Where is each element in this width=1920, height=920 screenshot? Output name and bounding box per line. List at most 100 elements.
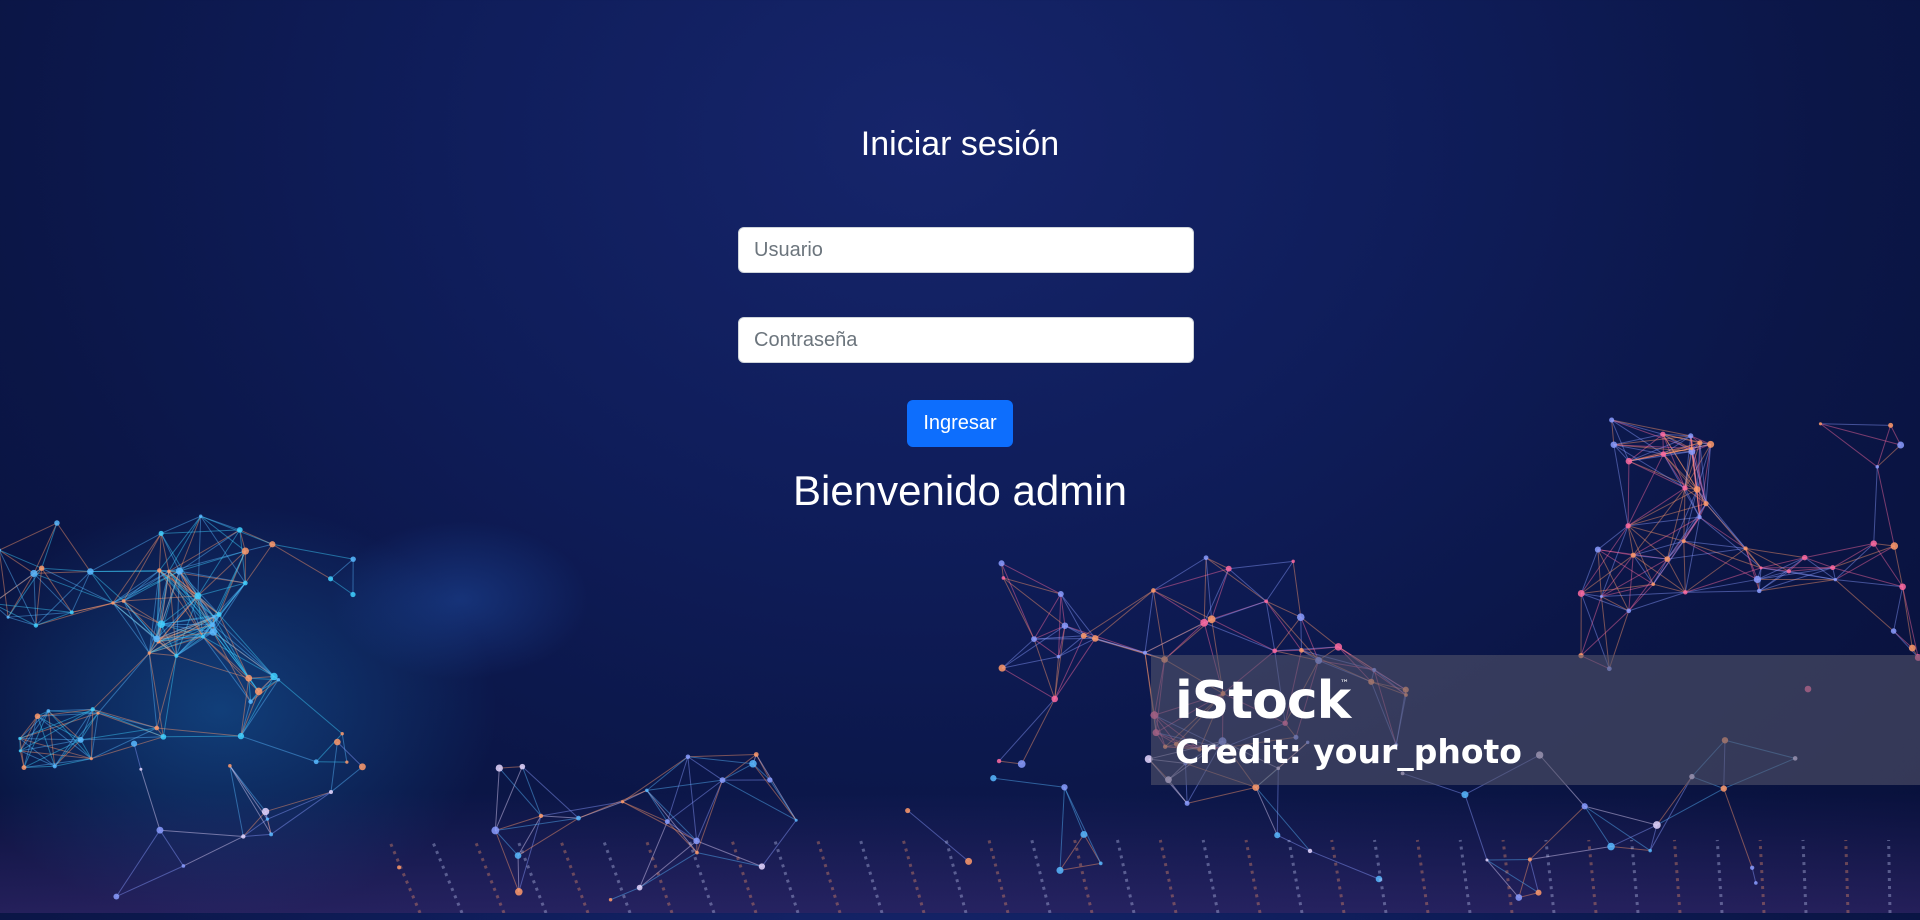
mesh-line (1145, 590, 1153, 652)
mesh-line (1650, 777, 1692, 851)
mesh-node (990, 775, 996, 781)
mesh-node (720, 777, 726, 783)
mesh-line (1629, 559, 1668, 611)
mesh-node (78, 737, 84, 743)
mesh-node (1661, 451, 1666, 456)
mesh-node (1051, 696, 1058, 703)
mesh-node (334, 739, 341, 746)
floor-light-streak (1674, 840, 1680, 913)
mesh-node (1754, 576, 1761, 583)
mesh-line (1598, 550, 1602, 597)
mesh-line (688, 754, 756, 756)
mesh-node (113, 894, 119, 900)
mesh-node (1834, 578, 1837, 581)
mesh-node (1891, 628, 1897, 634)
mesh-node (314, 759, 319, 764)
mesh-node (637, 885, 643, 891)
mesh-line (519, 816, 541, 892)
mesh-line (697, 780, 723, 852)
mesh-node (270, 673, 277, 680)
floor-light-streak (389, 840, 420, 913)
mesh-line (1633, 555, 1653, 584)
floor-light-streak (818, 840, 840, 913)
mesh-node (238, 733, 244, 739)
floor-light-streak (1246, 840, 1260, 913)
mesh-node (161, 734, 167, 740)
mesh-node (1185, 801, 1190, 806)
mesh-line (640, 822, 668, 888)
mesh-node (329, 790, 333, 794)
mesh-node (1757, 589, 1762, 594)
mesh-node (997, 759, 1001, 763)
mesh-node (34, 623, 38, 627)
mesh-node (1626, 458, 1633, 465)
mesh-line (124, 570, 160, 601)
mesh-line (1805, 544, 1874, 558)
mesh-node (515, 852, 522, 859)
mesh-node (350, 592, 355, 597)
mesh-node (767, 777, 772, 782)
login-button[interactable]: Ingresar (907, 400, 1013, 447)
mesh-line (667, 757, 688, 822)
mesh-line (57, 523, 90, 572)
mesh-node (359, 763, 366, 770)
mesh-node (1272, 648, 1277, 653)
mesh-line (1206, 558, 1229, 569)
mesh-node (695, 851, 699, 855)
mesh-line (249, 676, 274, 678)
mesh-node (759, 863, 765, 869)
mesh-node (1274, 832, 1280, 838)
mesh-line (42, 523, 57, 568)
mesh-line (1581, 597, 1601, 656)
mesh-line (1266, 601, 1301, 650)
mesh-line (640, 853, 697, 888)
floor-light-streak (1846, 840, 1848, 913)
mesh-line (1633, 517, 1699, 555)
password-input[interactable] (738, 317, 1194, 363)
mesh-line (198, 516, 201, 596)
username-input[interactable] (738, 227, 1194, 273)
mesh-node (576, 816, 581, 821)
mesh-node (157, 620, 165, 628)
mesh-line (495, 768, 499, 830)
mesh-line (159, 533, 161, 570)
floor-light-streak (603, 840, 630, 913)
floor-light-streak (1117, 840, 1134, 913)
mesh-line (611, 888, 640, 900)
mesh-node (228, 764, 232, 768)
mesh-node (167, 570, 170, 573)
mesh-line (1903, 587, 1913, 648)
mesh-line (1165, 623, 1205, 660)
mesh-line (1653, 584, 1685, 592)
mesh-node (217, 612, 222, 617)
mesh-line (1266, 561, 1293, 601)
mesh-line (1002, 668, 1055, 699)
mesh-line (331, 742, 337, 792)
mesh-node (91, 707, 95, 711)
mesh-node (18, 737, 21, 740)
mesh-node (665, 819, 670, 824)
floor-light-streak (989, 840, 1008, 913)
mesh-line (1667, 559, 1685, 592)
floor-light-streak (689, 840, 714, 913)
mesh-line (495, 830, 518, 891)
mesh-node (131, 741, 137, 747)
mesh-node (1485, 859, 1488, 862)
mesh-node (496, 764, 503, 771)
mesh-node (1264, 599, 1268, 603)
mesh-line (1153, 558, 1206, 591)
floor-light-streak (1889, 840, 1890, 913)
mesh-line (331, 559, 354, 579)
mesh-line (1530, 806, 1585, 859)
mesh-line (1629, 449, 1692, 462)
mesh-line (278, 680, 342, 734)
floor-light-streak (732, 840, 756, 913)
mesh-node (176, 568, 183, 575)
mesh-node (515, 888, 523, 896)
mesh-line (0, 604, 72, 613)
mesh-node (245, 675, 252, 682)
mesh-line (124, 571, 169, 601)
mesh-line (1628, 526, 1633, 555)
mesh-line (697, 841, 762, 867)
mesh-node (328, 576, 333, 581)
